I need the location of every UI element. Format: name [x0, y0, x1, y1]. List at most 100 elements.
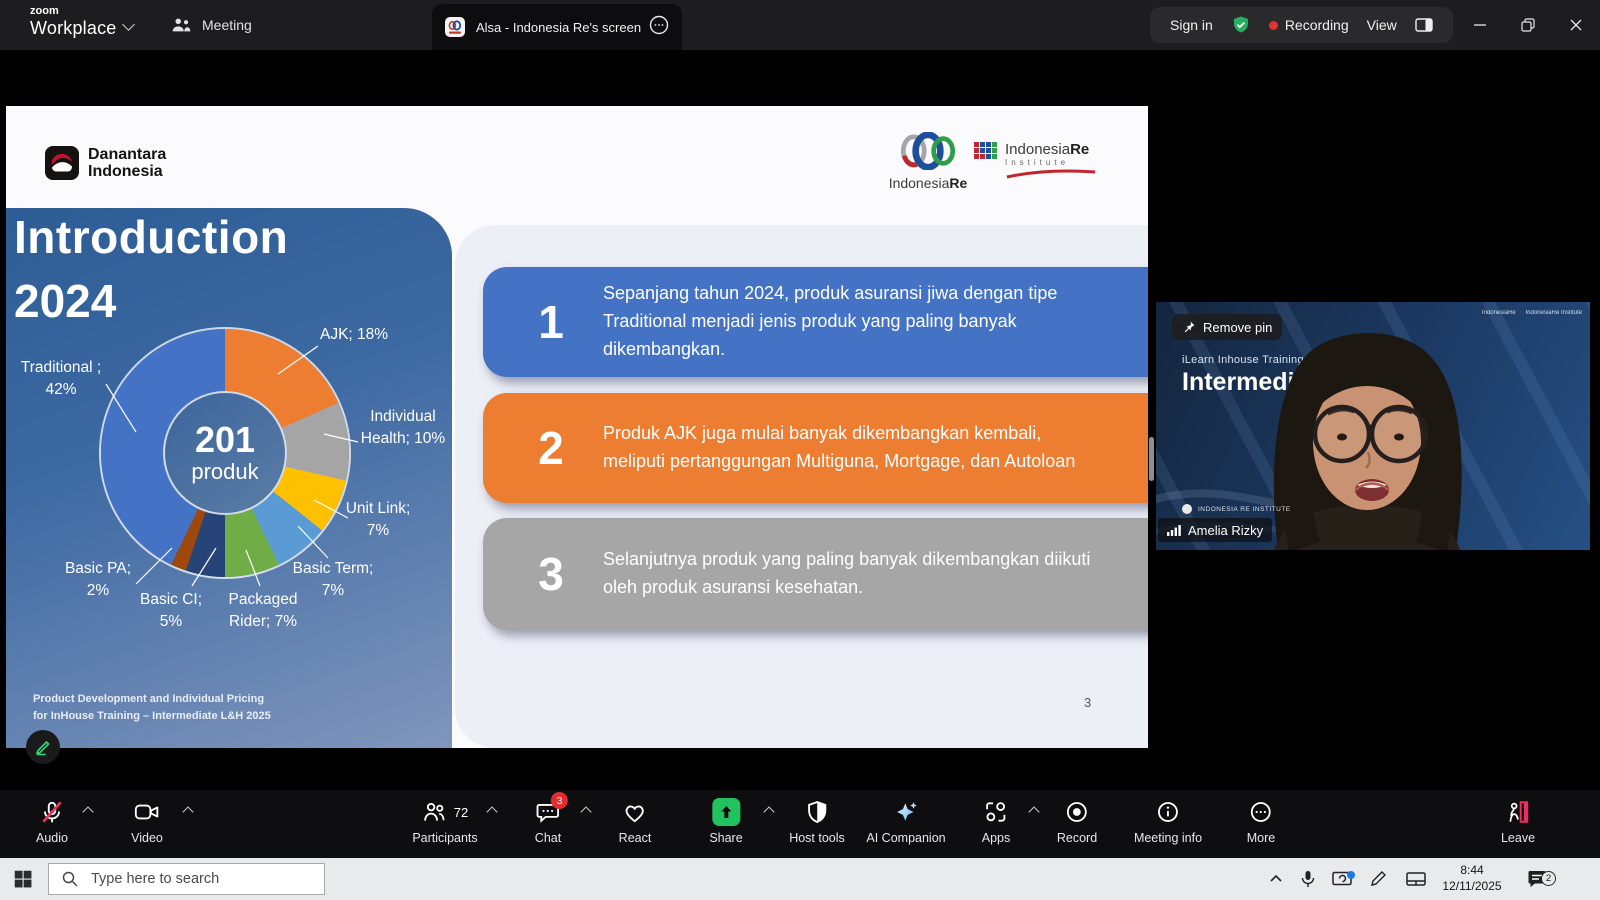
- slide-point-2: 2 Produk AJK juga mulai banyak dikembang…: [483, 393, 1148, 503]
- record-button[interactable]: Record: [1057, 798, 1097, 845]
- chat-label: Chat: [535, 831, 561, 845]
- recording-label: Recording: [1285, 17, 1349, 33]
- search-input[interactable]: [91, 871, 301, 887]
- institute-grid-icon: [974, 142, 997, 165]
- shared-screen-thumbnail-icon: [444, 16, 466, 38]
- video-button[interactable]: Video: [131, 798, 163, 845]
- tab-options-icon[interactable]: [648, 14, 670, 41]
- panel-resize-handle[interactable]: [1149, 437, 1154, 481]
- remove-pin-button[interactable]: Remove pin: [1172, 314, 1282, 340]
- donut-center-value: 201: [195, 421, 255, 459]
- chart-callout-basic-pa: Basic PA; 2%: [57, 558, 139, 602]
- chat-button[interactable]: 3 Chat: [535, 798, 561, 845]
- apps-button[interactable]: Apps: [982, 798, 1011, 845]
- audio-label: Audio: [36, 831, 68, 845]
- more-button[interactable]: More: [1247, 798, 1275, 845]
- chart-callout-basic-ci: Basic CI; 5%: [129, 589, 213, 633]
- taskbar-search[interactable]: [48, 863, 325, 895]
- slide-footer: Product Development and Individual Prici…: [33, 691, 271, 725]
- camera-icon: [133, 799, 161, 825]
- participants-button[interactable]: 72 Participants: [412, 798, 477, 845]
- slide-footer-line2: for InHouse Training – Intermediate L&H …: [33, 708, 271, 725]
- institute-logo-bold: Re: [1070, 141, 1089, 158]
- brand-workplace-text: Workplace: [30, 18, 117, 38]
- sign-in-button[interactable]: Sign in: [1170, 17, 1213, 33]
- share-label: Share: [709, 831, 742, 845]
- point-2-number: 2: [525, 421, 577, 475]
- leave-label: Leave: [1501, 831, 1535, 845]
- view-button[interactable]: View: [1367, 17, 1397, 33]
- minimize-button[interactable]: [1456, 0, 1504, 50]
- touchpad-icon: [1405, 870, 1427, 888]
- point-2-text: Produk AJK juga mulai banyak dikembangka…: [603, 420, 1108, 476]
- share-screen-icon: [712, 798, 740, 826]
- apps-icon: [983, 799, 1009, 825]
- tray-microphone[interactable]: [1300, 858, 1316, 900]
- pencil-icon: [34, 738, 52, 756]
- taskbar-clock[interactable]: 8:44 12/11/2025: [1437, 858, 1507, 900]
- tab-meeting[interactable]: Meeting: [170, 10, 252, 40]
- participants-label: Participants: [412, 831, 477, 845]
- slide-point-1: 1 Sepanjang tahun 2024, produk asuransi …: [483, 267, 1148, 377]
- chart-callout-traditional: Traditional ; 42%: [18, 357, 104, 401]
- notification-count-badge: 2: [1541, 871, 1556, 886]
- video-options-chevron[interactable]: [182, 806, 193, 817]
- tab-meeting-label: Meeting: [202, 17, 252, 33]
- windows-logo-icon: [12, 868, 34, 890]
- indonesia-re-logo-text: Indonesia: [889, 175, 950, 191]
- audio-options-chevron[interactable]: [82, 806, 93, 817]
- participants-icon: [422, 799, 448, 825]
- tab-shared-screen[interactable]: Alsa - Indonesia Re's screen: [432, 4, 682, 50]
- participant-name: Amelia Rizky: [1188, 523, 1263, 538]
- restore-button[interactable]: [1504, 0, 1552, 50]
- institute-swoosh-icon: [1005, 169, 1097, 179]
- leave-button[interactable]: Leave: [1501, 798, 1535, 845]
- chevron-up-icon: [1268, 871, 1284, 887]
- tray-show-hidden-icons[interactable]: [1268, 858, 1284, 900]
- zoom-workplace-brand: zoom Workplace: [30, 6, 117, 38]
- brand-chevron-icon[interactable]: [122, 18, 135, 31]
- pinned-video-tile[interactable]: IndonesiaRe IndonesiaRe Institute iLearn…: [1156, 302, 1590, 550]
- video-institute-caption: INDONESIA RE INSTITUTE: [1182, 504, 1291, 514]
- brand-zoom-text: zoom: [30, 6, 117, 17]
- meeting-info-button[interactable]: Meeting info: [1134, 798, 1202, 845]
- shared-screen-region: Danantara Indonesia IndonesiaRe In: [0, 50, 1148, 790]
- apps-options-chevron[interactable]: [1028, 806, 1039, 817]
- host-tools-button[interactable]: Host tools: [789, 798, 845, 845]
- slide-title-line1: Introduction: [14, 210, 288, 264]
- share-options-chevron[interactable]: [763, 806, 774, 817]
- notification-center-button[interactable]: 2: [1526, 858, 1548, 900]
- slide-title-line2: 2024: [14, 274, 116, 328]
- meeting-toolbar: Audio Video 72 Participants 3 Chat R: [0, 790, 1600, 858]
- share-button[interactable]: Share: [709, 798, 742, 845]
- presentation-slide: Danantara Indonesia IndonesiaRe In: [6, 106, 1148, 748]
- annotate-button[interactable]: [26, 730, 60, 764]
- indonesia-re-ellipses-icon: [891, 132, 965, 170]
- view-layout-icon[interactable]: [1415, 17, 1433, 33]
- audio-button[interactable]: Audio: [36, 798, 68, 845]
- participants-icon: [170, 16, 192, 34]
- info-icon: [1155, 799, 1181, 825]
- chat-options-chevron[interactable]: [580, 806, 591, 817]
- ai-companion-button[interactable]: AI Companion: [866, 798, 945, 845]
- participants-options-chevron[interactable]: [486, 806, 497, 817]
- security-shield-icon[interactable]: [1231, 15, 1251, 35]
- participant-name-badge: Amelia Rizky: [1158, 518, 1272, 542]
- heart-icon: [621, 799, 649, 825]
- tray-pen[interactable]: [1368, 858, 1388, 900]
- react-button[interactable]: React: [619, 798, 652, 845]
- search-icon: [61, 870, 79, 888]
- institute-logo-sub: Institute: [1005, 159, 1097, 167]
- point-1-number: 1: [525, 295, 577, 349]
- point-3-number: 3: [525, 547, 577, 601]
- close-button[interactable]: [1552, 0, 1600, 50]
- start-button[interactable]: [0, 858, 46, 900]
- danantara-logo-icon: [45, 146, 79, 180]
- leave-door-icon: [1504, 799, 1532, 825]
- recording-dot-icon: [1269, 21, 1278, 30]
- tray-screen-cast[interactable]: [1331, 858, 1353, 900]
- video-label: Video: [131, 831, 163, 845]
- tray-touchpad[interactable]: [1405, 858, 1427, 900]
- more-label: More: [1247, 831, 1275, 845]
- danantara-logo: Danantara Indonesia: [45, 146, 166, 181]
